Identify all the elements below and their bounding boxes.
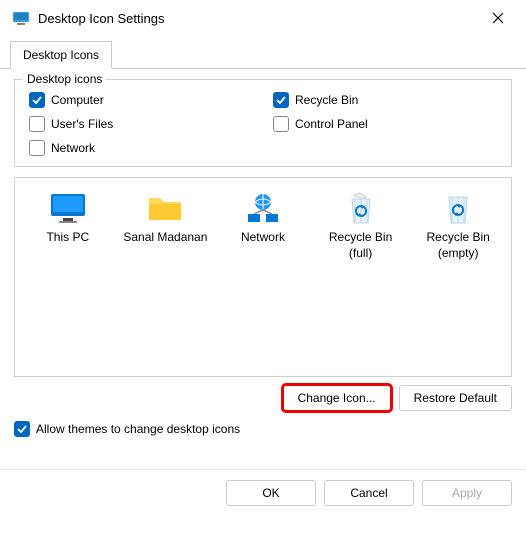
checkbox-label: Network: [51, 141, 95, 155]
checkbox-icon: [29, 116, 45, 132]
preview-recyclebin-empty[interactable]: Recycle Bin (empty): [413, 190, 503, 261]
checkbox-recyclebin[interactable]: Recycle Bin: [273, 92, 497, 108]
checkbox-icon: [273, 92, 289, 108]
dialog-footer: OK Cancel Apply: [0, 469, 526, 516]
checkbox-computer[interactable]: Computer: [29, 92, 253, 108]
checkbox-icon: [273, 116, 289, 132]
checkbox-icon: [29, 140, 45, 156]
folder-icon: [145, 190, 185, 226]
apply-button[interactable]: Apply: [422, 480, 512, 506]
tab-desktop-icons[interactable]: Desktop Icons: [10, 41, 112, 69]
recyclebin-empty-icon: [438, 190, 478, 226]
tabs: Desktop Icons: [0, 40, 526, 69]
window-title: Desktop Icon Settings: [38, 11, 482, 26]
preview-label: This PC: [46, 230, 89, 246]
preview-label: Sanal Madanan: [123, 230, 207, 246]
checkbox-label: Computer: [51, 93, 104, 107]
preview-label: Network: [241, 230, 285, 246]
checkbox-userfiles[interactable]: User's Files: [29, 116, 253, 132]
titlebar: Desktop Icon Settings: [0, 0, 526, 36]
checkbox-label: Control Panel: [295, 117, 368, 131]
preview-label: Recycle Bin (full): [316, 230, 406, 261]
group-label: Desktop icons: [23, 72, 106, 86]
content: Desktop icons Computer Recycle Bin User'…: [0, 69, 526, 447]
checkbox-grid: Computer Recycle Bin User's Files Contro…: [29, 92, 497, 156]
recyclebin-full-icon: [341, 190, 381, 226]
preview-recyclebin-full[interactable]: Recycle Bin (full): [316, 190, 406, 261]
close-button[interactable]: [482, 6, 514, 30]
monitor-icon: [48, 190, 88, 226]
icon-preview-pane: This PC Sanal Madanan Network Recycle Bi…: [14, 177, 512, 377]
checkbox-label: User's Files: [51, 117, 113, 131]
change-icon-button[interactable]: Change Icon...: [283, 385, 391, 411]
app-icon: [12, 9, 30, 27]
desktop-icons-group: Desktop icons Computer Recycle Bin User'…: [14, 79, 512, 167]
preview-network[interactable]: Network: [218, 190, 308, 246]
preview-label: Recycle Bin (empty): [413, 230, 503, 261]
allow-themes-label: Allow themes to change desktop icons: [36, 422, 240, 436]
restore-default-button[interactable]: Restore Default: [399, 385, 512, 411]
checkbox-icon: [29, 92, 45, 108]
preview-user-folder[interactable]: Sanal Madanan: [121, 190, 211, 246]
network-icon: [243, 190, 283, 226]
preview-this-pc[interactable]: This PC: [23, 190, 113, 246]
icon-button-row: Change Icon... Restore Default: [14, 385, 512, 411]
checkbox-icon: [14, 421, 30, 437]
checkbox-network[interactable]: Network: [29, 140, 253, 156]
ok-button[interactable]: OK: [226, 480, 316, 506]
checkbox-label: Recycle Bin: [295, 93, 358, 107]
allow-themes-checkbox[interactable]: Allow themes to change desktop icons: [14, 421, 512, 437]
cancel-button[interactable]: Cancel: [324, 480, 414, 506]
checkbox-controlpanel[interactable]: Control Panel: [273, 116, 497, 132]
